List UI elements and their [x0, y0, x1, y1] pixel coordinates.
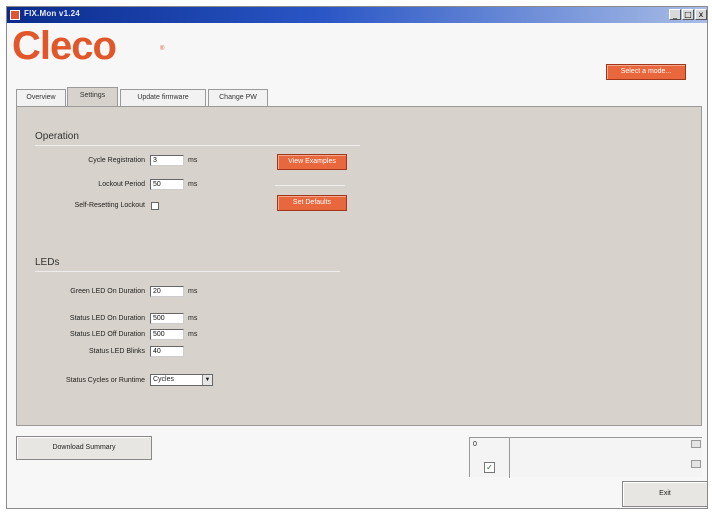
leds-title: LEDs	[35, 257, 60, 268]
window-title: FIX.Mon v1.24	[24, 9, 80, 18]
registered-mark: ®	[160, 46, 165, 52]
green-led-on-duration-unit: ms	[188, 288, 198, 295]
settings-panel: Operation Cycle Registration 3 ms Lockou…	[16, 106, 702, 426]
scroll-up-icon[interactable]	[691, 440, 701, 448]
title-bar: FIX.Mon v1.24 _ □ x	[7, 7, 707, 23]
status-value: 0	[473, 441, 477, 448]
status-mode-selected: Cycles	[153, 376, 175, 383]
status-led-on-duration-unit: ms	[188, 315, 198, 322]
status-led-off-duration-unit: ms	[188, 331, 198, 338]
status-led-blinks-label: Status LED Blinks	[88, 348, 145, 355]
status-cell: 0 ✓	[470, 438, 510, 478]
close-icon[interactable]: x	[695, 9, 707, 20]
cycle-registration-unit: ms	[188, 157, 198, 164]
status-mode-select[interactable]: Cycles ▼	[150, 374, 213, 386]
self-resetting-lockout-label: Self-Resetting Lockout	[74, 202, 145, 209]
scroll-down-icon[interactable]	[691, 460, 701, 468]
download-summary-button[interactable]: Download Summary	[16, 436, 152, 460]
lockout-period-field[interactable]: 50	[150, 179, 184, 190]
status-checkbox[interactable]: ✓	[484, 462, 495, 473]
leds-divider	[35, 271, 340, 272]
tab-overview[interactable]: Overview	[16, 89, 66, 106]
dropdown-arrow-icon[interactable]: ▼	[202, 375, 212, 385]
green-led-on-duration-label: Green LED On Duration	[70, 288, 145, 295]
status-area: 0 ✓	[469, 437, 702, 478]
cycle-registration-field[interactable]: 3	[150, 155, 184, 166]
lockout-period-unit: ms	[188, 181, 198, 188]
green-led-on-duration-field[interactable]: 20	[150, 286, 184, 297]
lockout-period-label: Lockout Period	[98, 181, 145, 188]
cleco-logo: Cleco	[12, 24, 117, 68]
operation-button-divider	[275, 185, 345, 186]
tab-change-pw[interactable]: Change PW	[208, 89, 268, 106]
status-led-off-duration-label: Status LED Off Duration	[70, 331, 145, 338]
operation-divider	[35, 145, 360, 146]
cycle-registration-label: Cycle Registration	[88, 157, 145, 164]
minimize-icon[interactable]: _	[669, 9, 681, 20]
set-defaults-button[interactable]: Set Defaults	[277, 195, 347, 211]
status-cycles-runtime-label: Status Cycles or Runtime	[66, 377, 145, 384]
status-led-on-duration-label: Status LED On Duration	[69, 315, 145, 322]
status-led-on-duration-field[interactable]: 500	[150, 313, 184, 324]
status-led-off-duration-field[interactable]: 500	[150, 329, 184, 340]
exit-button[interactable]: Exit	[622, 481, 708, 507]
app-icon	[10, 10, 20, 20]
view-examples-button[interactable]: View Examples	[277, 154, 347, 170]
status-led-blinks-field[interactable]: 40	[150, 346, 184, 357]
self-resetting-lockout-checkbox[interactable]	[151, 202, 159, 210]
maximize-icon[interactable]: □	[682, 9, 694, 20]
operation-title: Operation	[35, 131, 79, 142]
select-mode-button[interactable]: Select a mode...	[606, 64, 686, 80]
tab-settings[interactable]: Settings	[67, 87, 118, 106]
tab-update-firmware[interactable]: Update firmware	[120, 89, 206, 106]
